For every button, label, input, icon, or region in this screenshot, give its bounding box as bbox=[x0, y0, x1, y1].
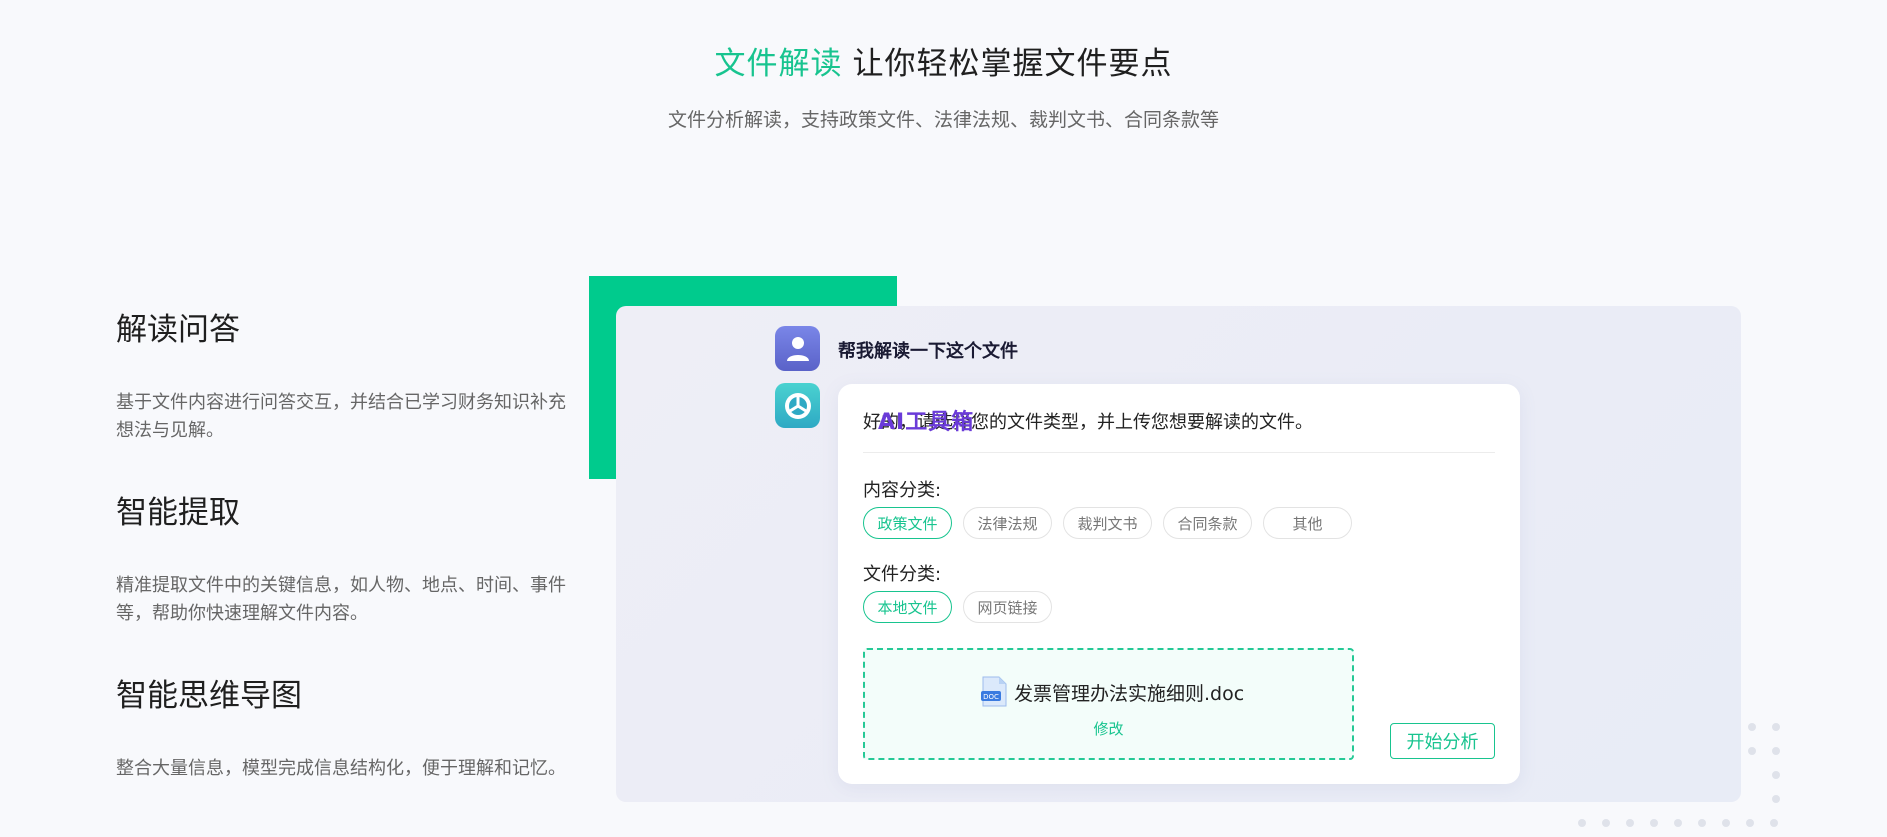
chip-other[interactable]: 其他 bbox=[1263, 507, 1352, 539]
user-icon bbox=[786, 336, 809, 361]
hero-title: 文件解读 让你轻松掌握文件要点 bbox=[0, 38, 1887, 83]
content-category-options: 政策文件 法律法规 裁判文书 合同条款 其他 bbox=[863, 507, 1363, 539]
chip-law[interactable]: 法律法规 bbox=[963, 507, 1052, 539]
feature-title: 解读问答 bbox=[116, 312, 240, 348]
svg-text:DOC: DOC bbox=[983, 693, 999, 701]
chip-web-link[interactable]: 网页链接 bbox=[963, 591, 1052, 623]
hero-title-rest: 让你轻松掌握文件要点 bbox=[852, 46, 1173, 82]
bot-logo-icon bbox=[784, 392, 811, 419]
file-name: 发票管理办法实施细则.doc bbox=[1014, 682, 1245, 705]
bot-reply-card: 好的，请选择您的文件类型，并上传您想要解读的文件。 AI工具箱 内容分类: 政策… bbox=[838, 384, 1520, 784]
chip-local-file[interactable]: 本地文件 bbox=[863, 591, 952, 623]
modify-link[interactable]: 修改 bbox=[865, 718, 1352, 739]
feature-title: 智能思维导图 bbox=[116, 678, 302, 714]
file-drop-zone[interactable]: DOC 发票管理办法实施细则.doc 修改 bbox=[863, 648, 1354, 760]
feature-title: 智能提取 bbox=[116, 495, 240, 531]
content-category-label: 内容分类: bbox=[863, 480, 942, 501]
divider bbox=[863, 452, 1495, 453]
file-category-options: 本地文件 网页链接 bbox=[863, 591, 1063, 623]
page: 文件解读 让你轻松掌握文件要点 文件分析解读，支持政策文件、法律法规、裁判文书、合… bbox=[0, 0, 1887, 837]
feature-mindmap: 智能思维导图 整合大量信息，模型完成信息结构化，便于理解和记忆。 bbox=[116, 670, 566, 783]
uploaded-file: DOC 发票管理办法实施细则.doc bbox=[980, 676, 1244, 708]
feature-desc: 基于文件内容进行问答交互，并结合已学习财务知识补充想法与见解。 bbox=[116, 392, 566, 441]
file-category-label: 文件分类: bbox=[863, 564, 942, 585]
user-message: 帮我解读一下这个文件 bbox=[838, 341, 1018, 362]
feature-qa: 解读问答 基于文件内容进行问答交互，并结合已学习财务知识补充想法与见解。 bbox=[116, 304, 566, 445]
feature-desc: 精准提取文件中的关键信息，如人物、地点、时间、事件等，帮助你快速理解文件内容。 bbox=[116, 575, 566, 624]
watermark-text: AI工具箱 bbox=[878, 410, 975, 435]
chip-contract[interactable]: 合同条款 bbox=[1163, 507, 1252, 539]
hero-subtitle: 文件分析解读，支持政策文件、法律法规、裁判文书、合同条款等 bbox=[667, 109, 1219, 131]
bot-avatar bbox=[775, 383, 820, 428]
feature-desc: 整合大量信息，模型完成信息结构化，便于理解和记忆。 bbox=[116, 758, 566, 779]
hero-title-accent: 文件解读 bbox=[714, 46, 843, 82]
start-analysis-button[interactable]: 开始分析 bbox=[1390, 723, 1495, 759]
doc-file-icon: DOC bbox=[981, 676, 1007, 707]
user-avatar bbox=[775, 326, 820, 371]
chip-policy[interactable]: 政策文件 bbox=[863, 507, 952, 539]
feature-extract: 智能提取 精准提取文件中的关键信息，如人物、地点、时间、事件等，帮助你快速理解文… bbox=[116, 487, 566, 628]
chip-judgment[interactable]: 裁判文书 bbox=[1063, 507, 1152, 539]
